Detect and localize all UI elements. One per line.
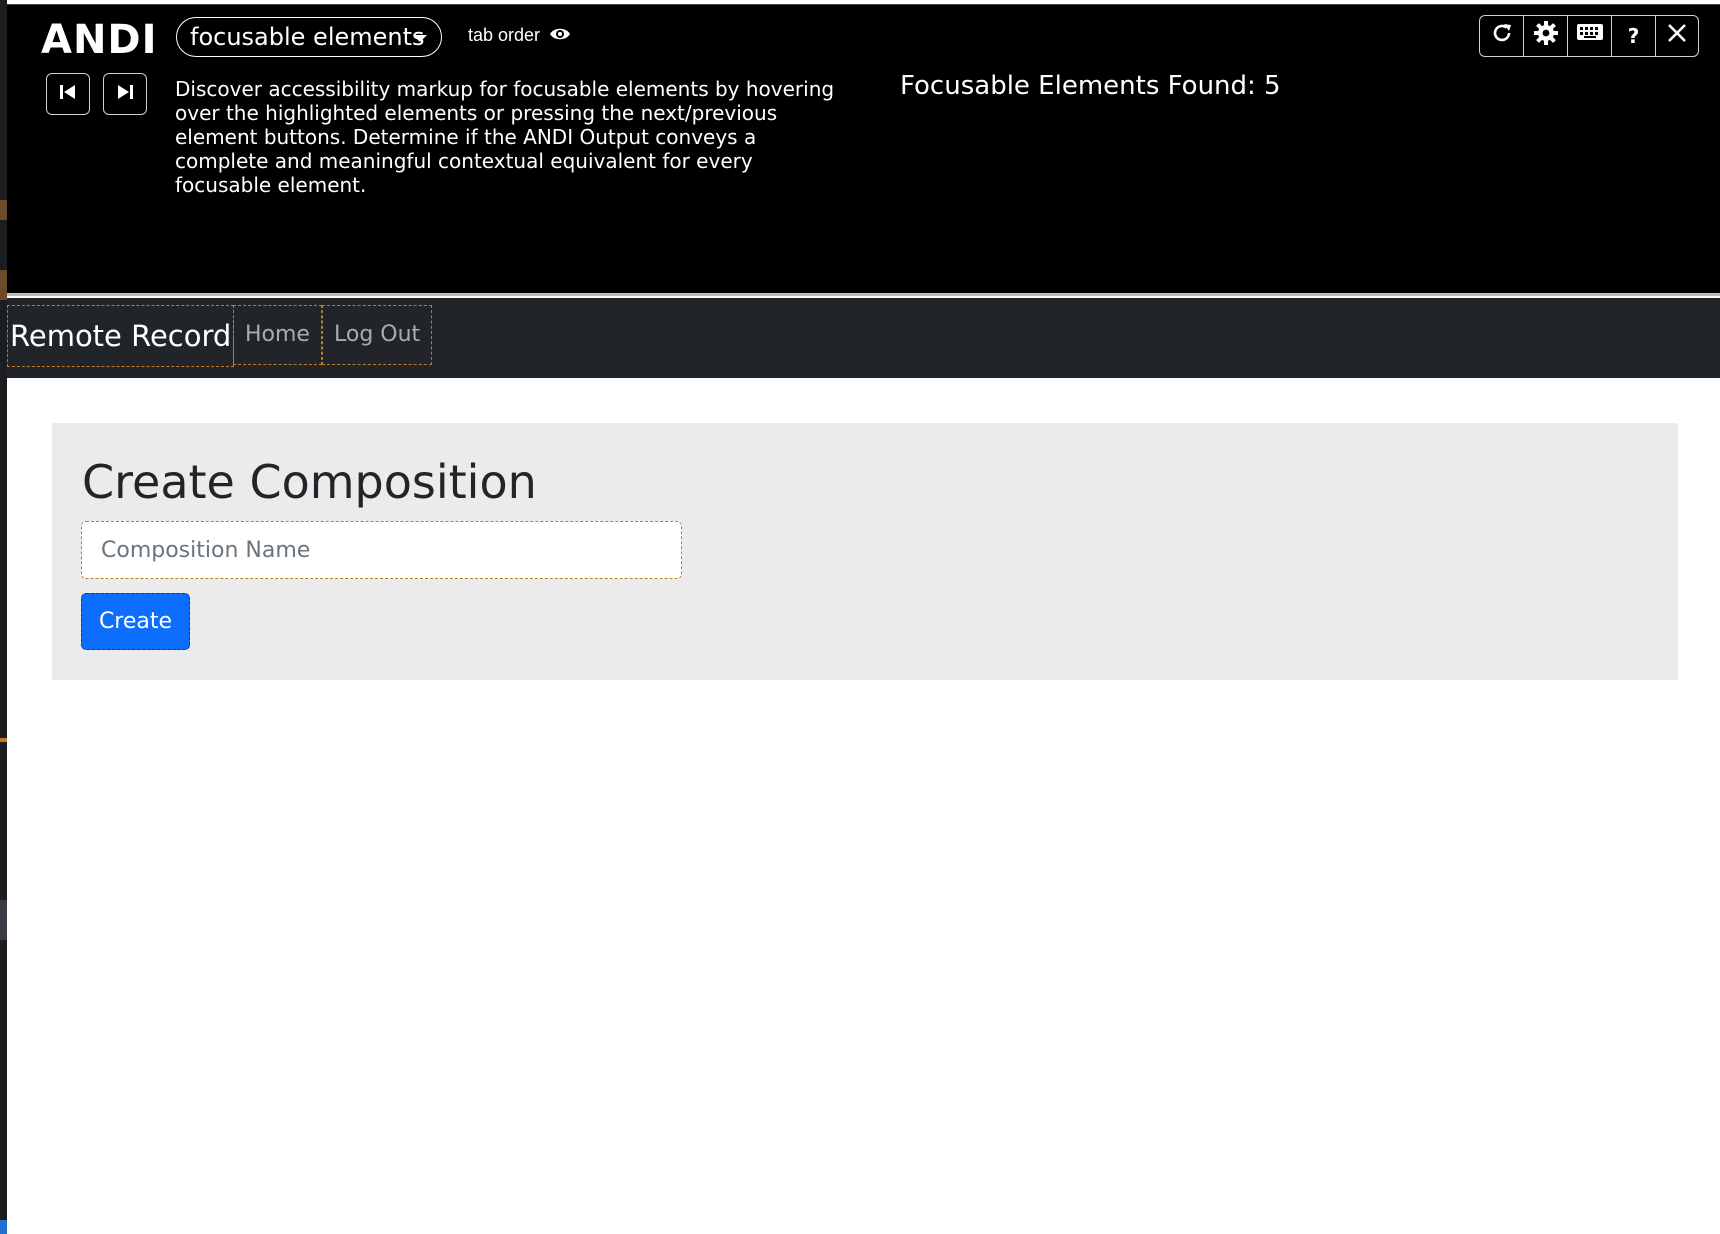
next-element-button[interactable] [103,73,147,115]
andi-controls: ? [1479,15,1699,57]
module-select-label: focusable elements [190,23,425,51]
keyboard-button[interactable] [1567,15,1611,57]
composition-name-input[interactable] [81,521,682,579]
create-button[interactable]: Create [81,593,190,650]
andi-toolbar: ANDI focusable elements tab order Discov… [7,4,1720,296]
edge-mark [0,270,7,300]
eye-icon [549,26,571,47]
chevron-down-icon [413,35,427,42]
keyboard-icon [1576,23,1604,49]
left-edge-strip [0,0,7,1234]
edge-mark [0,738,7,742]
andi-divider [7,293,1720,296]
close-button[interactable] [1655,15,1699,57]
elements-found-count: Focusable Elements Found: 5 [900,71,1281,101]
help-icon: ? [1627,24,1640,48]
create-composition-card: Create Composition Create [52,423,1678,680]
close-icon [1666,22,1688,50]
refresh-icon [1490,21,1514,51]
andi-logo: ANDI [41,17,158,63]
module-description: Discover accessibility markup for focusa… [175,77,835,197]
prev-element-icon [58,83,78,105]
edge-mark [0,900,7,940]
tab-order-toggle[interactable]: tab order [468,25,571,47]
site-navbar: Remote Record Home Log Out [7,298,1720,378]
gear-icon [1533,20,1559,52]
edge-mark [0,1220,7,1234]
page-title: Create Composition [82,455,537,509]
settings-button[interactable] [1523,15,1567,57]
refresh-button[interactable] [1479,15,1523,57]
next-element-icon [115,83,135,105]
brand-link[interactable]: Remote Record [7,305,235,367]
help-button[interactable]: ? [1611,15,1655,57]
module-select[interactable]: focusable elements [176,17,442,57]
previous-element-button[interactable] [46,73,90,115]
nav-link-logout[interactable]: Log Out [322,305,433,365]
tab-order-label: tab order [468,25,541,45]
edge-mark [0,200,7,220]
nav-link-home[interactable]: Home [233,305,322,365]
